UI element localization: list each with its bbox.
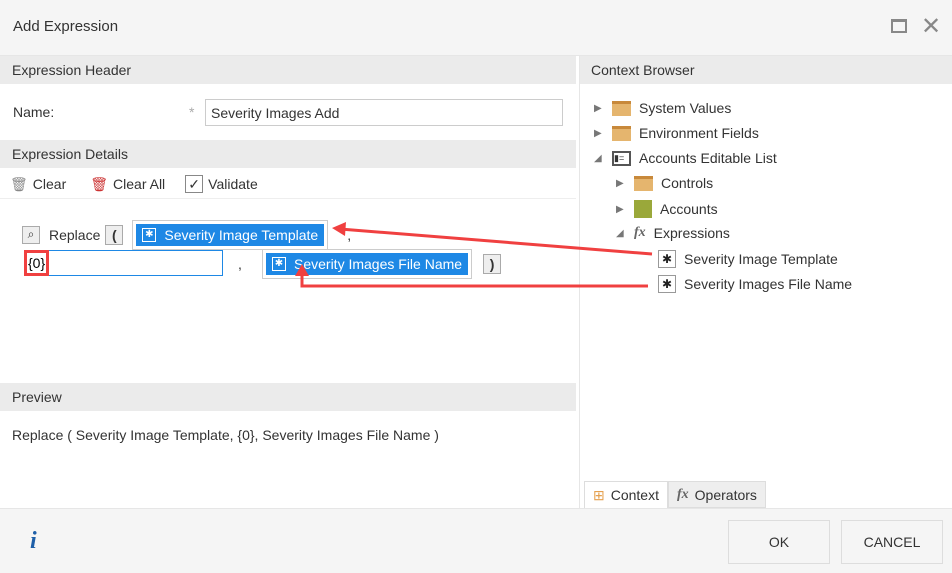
context-tabs: ⊞ Context fx Operators: [584, 481, 766, 508]
fx-icon: fx: [676, 486, 689, 502]
tab-operators[interactable]: fx Operators: [667, 481, 766, 508]
annotation-arrows: [295, 222, 653, 288]
tab-context[interactable]: ⊞ Context: [584, 481, 668, 508]
info-icon[interactable]: i: [30, 528, 37, 555]
ok-button[interactable]: OK: [728, 520, 830, 564]
tree-icon: ⊞: [593, 486, 605, 503]
cancel-button[interactable]: CANCEL: [841, 520, 943, 564]
